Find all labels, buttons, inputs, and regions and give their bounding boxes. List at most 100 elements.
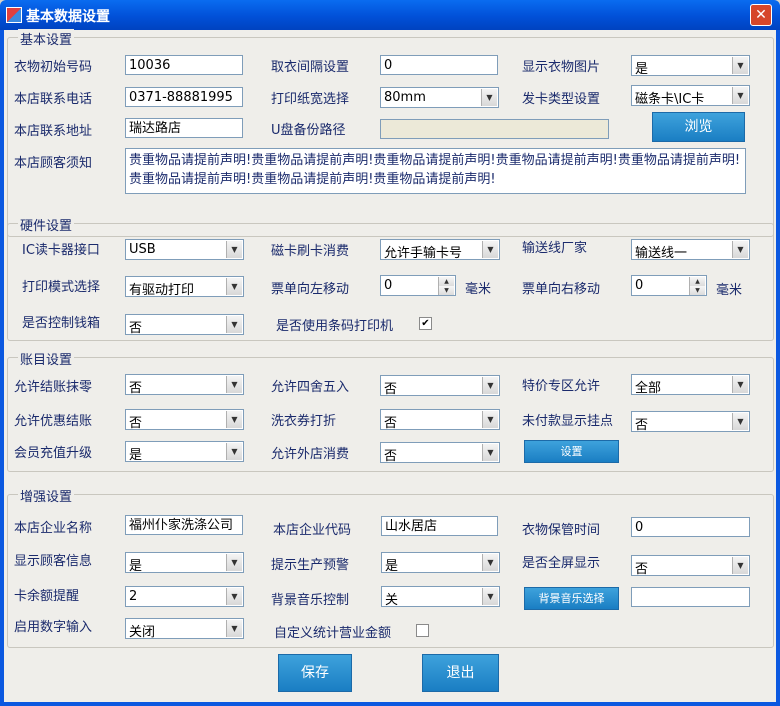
paper-width-dropdown[interactable]: 80mm ▼ — [380, 87, 499, 108]
chevron-down-icon[interactable]: ▼ — [482, 241, 498, 258]
chevron-down-icon[interactable]: ▼ — [482, 411, 498, 428]
customer-info-value: 是 — [129, 559, 143, 574]
address-input[interactable]: 瑞达路店 — [125, 118, 243, 138]
paper-width-label: 打印纸宽选择 — [271, 92, 350, 107]
window-frame-right — [776, 30, 780, 706]
print-mode-dropdown[interactable]: 有驱动打印 ▼ — [125, 276, 244, 298]
usb-backup-path-input[interactable] — [380, 119, 609, 139]
chevron-down-icon[interactable]: ▼ — [481, 89, 497, 106]
address-label: 本店联系地址 — [14, 124, 93, 139]
browse-button[interactable]: 浏览 — [652, 112, 745, 142]
move-left-unit: 毫米 — [465, 282, 492, 297]
special-dropdown[interactable]: 全部 ▼ — [631, 374, 750, 396]
company-name-input[interactable]: 福州仆家洗涤公司 — [125, 515, 243, 535]
ic-reader-value: USB — [129, 242, 156, 257]
customer-info-label: 显示顾客信息 — [14, 554, 93, 569]
chevron-down-icon[interactable]: ▼ — [732, 87, 748, 104]
chevron-down-icon[interactable]: ▼ — [482, 377, 498, 394]
app-icon — [6, 7, 22, 23]
recharge-dropdown[interactable]: 是 ▼ — [125, 441, 244, 463]
chevron-down-icon[interactable]: ▼ — [732, 57, 748, 74]
numeric-label: 启用数字输入 — [14, 620, 93, 635]
enhanced-settings-legend: 增强设置 — [18, 486, 75, 505]
show-image-value: 是 — [635, 62, 649, 77]
chevron-down-icon[interactable]: ▼ — [226, 316, 242, 333]
spin-up-icon[interactable]: ▲ — [438, 277, 454, 286]
move-right-value: 0 — [635, 278, 644, 293]
move-left-label: 票单向左移动 — [271, 282, 350, 297]
exit-button[interactable]: 退出 — [422, 654, 499, 692]
chevron-down-icon[interactable]: ▼ — [226, 443, 242, 460]
cloth-start-input[interactable]: 10036 — [125, 55, 243, 75]
chevron-down-icon[interactable]: ▼ — [482, 554, 498, 571]
music-select-button[interactable]: 背景音乐选择 — [524, 587, 619, 610]
mag-card-dropdown[interactable]: 允许手输卡号 ▼ — [380, 239, 500, 261]
allow-zero-dropdown[interactable]: 否 ▼ — [125, 374, 244, 396]
move-left-value: 0 — [384, 278, 393, 293]
balance-value: 2 — [129, 589, 138, 604]
chevron-down-icon[interactable]: ▼ — [732, 413, 748, 430]
chevron-down-icon[interactable]: ▼ — [226, 411, 242, 428]
unpaid-value: 否 — [635, 418, 649, 433]
numeric-dropdown[interactable]: 关闭 ▼ — [125, 618, 244, 640]
conveyor-value: 输送线一 — [635, 246, 688, 261]
conveyor-dropdown[interactable]: 输送线一 ▼ — [631, 239, 750, 261]
chevron-down-icon[interactable]: ▼ — [226, 376, 242, 393]
move-left-stepper[interactable]: 0 ▲ ▼ — [380, 275, 456, 296]
ic-reader-label: IC读卡器接口 — [22, 243, 100, 258]
chevron-down-icon[interactable]: ▼ — [226, 241, 242, 258]
card-type-label: 发卡类型设置 — [522, 92, 601, 107]
chevron-down-icon[interactable]: ▼ — [226, 620, 242, 637]
chevron-down-icon[interactable]: ▼ — [482, 444, 498, 461]
rounding-dropdown[interactable]: 否 ▼ — [380, 375, 500, 397]
spin-down-icon[interactable]: ▼ — [689, 286, 705, 295]
custom-stats-label: 自定义统计营业金额 — [274, 626, 392, 641]
chevron-down-icon[interactable]: ▼ — [732, 241, 748, 258]
dialog-body: 基本设置 衣物初始号码 10036 取衣间隔设置 0 显示衣物图片 是 ▼ 本店联… — [4, 29, 776, 702]
warning-dropdown[interactable]: 是 ▼ — [381, 552, 500, 574]
storage-time-input[interactable]: 0 — [631, 517, 750, 537]
customer-info-dropdown[interactable]: 是 ▼ — [125, 552, 244, 574]
basic-settings-legend: 基本设置 — [18, 29, 75, 48]
notice-textarea[interactable]: 贵重物品请提前声明!贵重物品请提前声明!贵重物品请提前声明!贵重物品请提前声明!… — [125, 148, 746, 194]
save-button[interactable]: 保存 — [278, 654, 352, 692]
chevron-down-icon[interactable]: ▼ — [732, 557, 748, 574]
fullscreen-label: 是否全屏显示 — [522, 556, 601, 571]
mag-card-value: 允许手输卡号 — [384, 246, 463, 261]
numeric-value: 关闭 — [129, 625, 156, 640]
outside-value: 否 — [384, 449, 398, 464]
card-type-dropdown[interactable]: 磁条卡\IC卡 ▼ — [631, 85, 750, 107]
card-type-value: 磁条卡\IC卡 — [635, 92, 705, 107]
move-right-stepper[interactable]: 0 ▲ ▼ — [631, 275, 707, 296]
spin-down-icon[interactable]: ▼ — [438, 286, 454, 295]
account-settings-button[interactable]: 设置 — [524, 440, 619, 463]
chevron-down-icon[interactable]: ▼ — [226, 588, 242, 605]
chevron-down-icon[interactable]: ▼ — [226, 278, 242, 295]
unpaid-dropdown[interactable]: 否 ▼ — [631, 411, 750, 433]
show-image-label: 显示衣物图片 — [522, 60, 601, 75]
coupon-dropdown[interactable]: 否 ▼ — [380, 409, 500, 431]
custom-stats-checkbox[interactable] — [416, 624, 429, 637]
discount-dropdown[interactable]: 否 ▼ — [125, 409, 244, 431]
balance-dropdown[interactable]: 2 ▼ — [125, 586, 244, 607]
outside-dropdown[interactable]: 否 ▼ — [380, 442, 500, 464]
barcode-printer-checkbox[interactable]: ✔ — [419, 317, 432, 330]
spin-up-icon[interactable]: ▲ — [689, 277, 705, 286]
music-path-input[interactable] — [631, 587, 750, 607]
chevron-down-icon[interactable]: ▼ — [732, 376, 748, 393]
unpaid-label: 未付款显示挂点 — [522, 414, 614, 429]
mag-card-label: 磁卡刷卡消费 — [271, 244, 350, 259]
phone-input[interactable]: 0371-88881995 — [125, 87, 243, 107]
chevron-down-icon[interactable]: ▼ — [482, 588, 498, 605]
close-button[interactable]: ✕ — [750, 4, 772, 26]
fullscreen-dropdown[interactable]: 否 ▼ — [631, 555, 750, 577]
interval-input[interactable]: 0 — [380, 55, 498, 75]
ic-reader-dropdown[interactable]: USB ▼ — [125, 239, 244, 260]
cash-drawer-dropdown[interactable]: 否 ▼ — [125, 314, 244, 336]
warning-value: 是 — [385, 559, 399, 574]
music-dropdown[interactable]: 关 ▼ — [381, 586, 500, 608]
chevron-down-icon[interactable]: ▼ — [226, 554, 242, 571]
conveyor-label: 输送线厂家 — [522, 241, 588, 256]
company-code-input[interactable]: 山水居店 — [381, 516, 498, 536]
show-image-dropdown[interactable]: 是 ▼ — [631, 55, 750, 77]
